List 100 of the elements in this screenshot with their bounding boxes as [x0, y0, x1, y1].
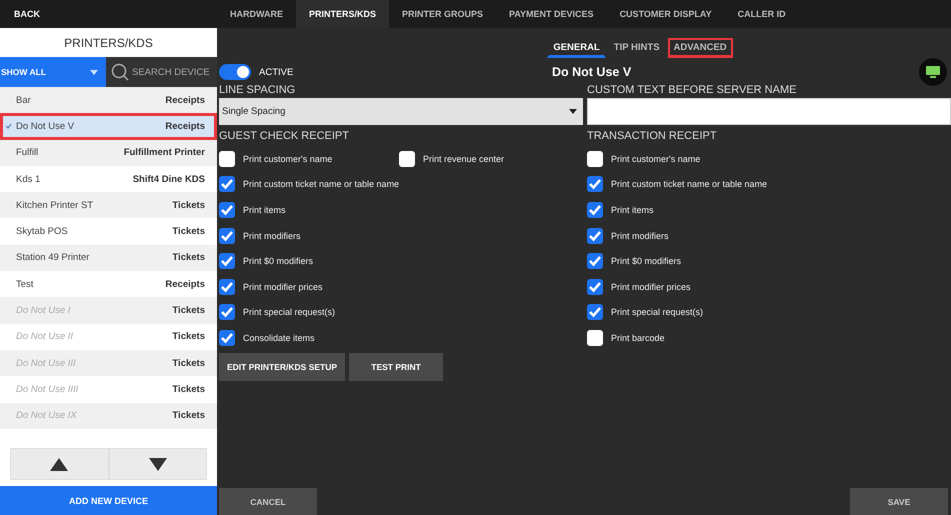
device-list-item[interactable]: Do Not Use IX Tickets: [0, 402, 217, 429]
sub-tab[interactable]: GENERAL: [547, 38, 606, 58]
sub-tab[interactable]: TIP HINTS: [608, 38, 666, 58]
device-type: Tickets: [172, 200, 205, 211]
checkbox[interactable]: [219, 228, 235, 244]
device-list-item[interactable]: Do Not Use V Receipts: [0, 113, 217, 140]
toggle-switch[interactable]: [219, 64, 251, 80]
sidebar-title: PRINTERS/KDS: [63, 34, 154, 52]
checkbox[interactable]: [219, 304, 235, 320]
device-name: Station 49 Printer: [16, 252, 90, 264]
nav-tab[interactable]: CUSTOMER DISPLAY: [606, 0, 725, 28]
checkbox[interactable]: [219, 330, 235, 346]
device-type: Tickets: [172, 252, 205, 264]
search-icon: [111, 63, 129, 81]
device-list-item[interactable]: Do Not Use I Tickets: [0, 297, 217, 324]
device-type: Tickets: [172, 226, 205, 238]
checkbox-label: Print modifiers: [243, 230, 301, 241]
checkbox-label: Print items: [243, 204, 286, 215]
device-name: Do Not Use III: [16, 358, 77, 369]
scroll-down-button[interactable]: [108, 448, 207, 480]
caret-icon: [569, 109, 577, 114]
checkbox-label: Print customer's name: [243, 154, 332, 164]
toggle-label: ACTIVE: [259, 66, 294, 78]
device-type: Receipts: [165, 278, 205, 290]
checkbox[interactable]: [219, 253, 235, 270]
device-type: Receipts: [165, 120, 205, 132]
device-type: Receipts: [165, 94, 205, 106]
device-type: Shift4 Dine KDS: [132, 174, 205, 185]
sub-tab[interactable]: ADVANCED: [668, 38, 733, 58]
device-name: Do Not Use II: [16, 331, 74, 342]
device-name: Kds 1: [16, 174, 42, 185]
checkbox-label: Print $0 modifiers: [611, 256, 682, 266]
device-name: Do Not Use IIII: [16, 384, 80, 395]
device-name: Kitchen Printer ST: [16, 200, 94, 211]
device-name: Fulfill: [16, 147, 40, 158]
action-button[interactable]: EDIT PRINTER/KDS SETUP: [219, 352, 346, 381]
checkbox-label: Print custom ticket name or table name: [611, 179, 768, 190]
back-button[interactable]: BACK: [0, 0, 217, 28]
device-name: Do Not Use V: [16, 120, 76, 132]
save-button[interactable]: SAVE: [850, 488, 948, 515]
checkbox[interactable]: [587, 202, 603, 218]
checkbox[interactable]: [587, 253, 603, 270]
device-type: Tickets: [172, 305, 205, 316]
device-name: Do Not Use I: [16, 305, 72, 316]
checkbox-label: Print modifier prices: [611, 282, 691, 292]
checkbox-label: Print customer's name: [611, 154, 700, 164]
checkbox[interactable]: [219, 176, 235, 192]
nav-tab[interactable]: HARDWARE: [217, 0, 296, 28]
field-label: LINE SPACING: [219, 84, 296, 98]
device-list-item[interactable]: Kitchen Printer ST Tickets: [0, 192, 217, 218]
checkbox-label: Print modifier prices: [243, 282, 323, 292]
device-name: Test: [16, 278, 34, 290]
device-list-item[interactable]: Fulfill Fulfillment Printer: [0, 140, 217, 166]
device-list-item[interactable]: Station 49 Printer Tickets: [0, 244, 217, 272]
device-name: Skytab POS: [16, 226, 69, 238]
section-title: GUEST CHECK RECEIPT: [219, 130, 350, 144]
filter-dropdown[interactable]: SHOW ALL: [0, 57, 106, 87]
field-label: CUSTOM TEXT BEFORE SERVER NAME: [587, 84, 798, 98]
monitor-icon[interactable]: [919, 58, 947, 86]
add-device-button[interactable]: ADD NEW DEVICE: [0, 486, 217, 515]
section-title: TRANSACTION RECEIPT: [587, 130, 718, 144]
device-name: Do Not Use IX: [16, 410, 78, 422]
scroll-up-button[interactable]: [10, 448, 108, 480]
device-list-item[interactable]: Bar Receipts: [0, 87, 217, 114]
checkbox-label: Print barcode: [611, 332, 665, 343]
checkbox[interactable]: [587, 304, 603, 320]
device-list-item[interactable]: Do Not Use III Tickets: [0, 350, 217, 376]
line-spacing-dropdown[interactable]: Single Spacing: [219, 98, 583, 125]
down-triangle-icon: [148, 458, 167, 470]
checkbox[interactable]: [219, 150, 235, 167]
cancel-button[interactable]: CANCEL: [219, 488, 317, 515]
device-name: Bar: [16, 94, 32, 106]
checkbox-label: Print special request(s): [243, 307, 336, 318]
search-field[interactable]: SEARCH DEVICE: [106, 57, 217, 87]
checkbox-label: Consolidate items: [243, 332, 315, 343]
device-type: Tickets: [172, 410, 205, 422]
action-button[interactable]: TEST PRINT: [349, 352, 444, 381]
checkbox[interactable]: [219, 278, 235, 295]
checkbox[interactable]: [587, 150, 603, 167]
checkbox[interactable]: [587, 330, 603, 346]
check-icon: [5, 123, 12, 130]
nav-tab[interactable]: PAYMENT DEVICES: [496, 0, 607, 28]
checkbox[interactable]: [587, 228, 603, 244]
device-type: Tickets: [172, 358, 205, 369]
checkbox-label: Print special request(s): [611, 307, 704, 318]
nav-tab[interactable]: CALLER ID: [724, 0, 799, 28]
checkbox-label: Print $0 modifiers: [243, 256, 314, 266]
checkbox[interactable]: [587, 176, 603, 192]
checkbox[interactable]: [399, 150, 415, 167]
checkbox-label: Print items: [611, 204, 654, 215]
checkbox[interactable]: [219, 202, 235, 218]
custom-text-field[interactable]: [587, 98, 951, 125]
nav-tab[interactable]: PRINTER GROUPS: [389, 0, 496, 28]
checkbox-label: Print custom ticket name or table name: [243, 179, 400, 190]
device-type: Tickets: [172, 384, 205, 395]
nav-tab[interactable]: PRINTERS/KDS: [296, 0, 390, 28]
checkbox[interactable]: [587, 278, 603, 295]
caret-icon: [90, 70, 98, 74]
device-type: Tickets: [172, 331, 205, 342]
checkbox-label: Print modifiers: [611, 230, 669, 241]
